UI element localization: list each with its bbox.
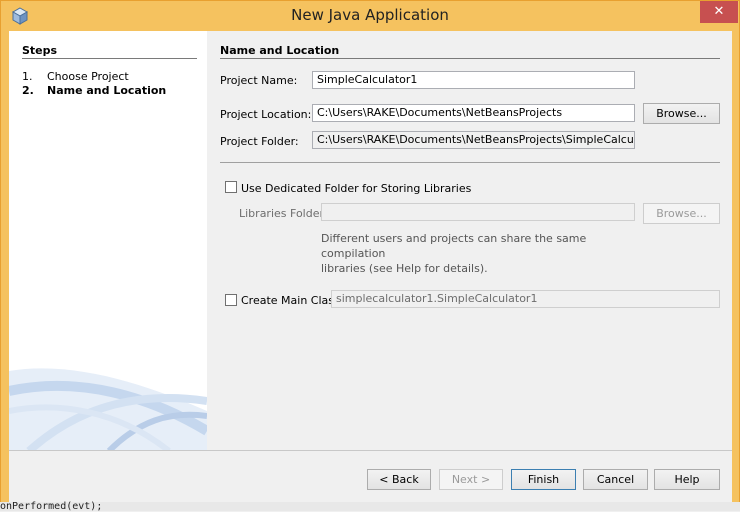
close-button[interactable]: ✕ [700, 1, 738, 23]
project-location-label: Project Location: [220, 108, 312, 121]
hint-line: libraries (see Help for details). [321, 262, 488, 275]
step-number: 2. [22, 84, 34, 97]
separator [220, 162, 720, 163]
step-name-and-location: 2. Name and Location [22, 84, 166, 97]
project-location-input[interactable]: C:\Users\RAKE\Documents\NetBeansProjects [312, 104, 635, 122]
main-class-input[interactable]: simplecalculator1.SimpleCalculator1 [331, 290, 720, 308]
step-choose-project: 1. Choose Project [22, 70, 129, 83]
close-icon: ✕ [713, 4, 725, 19]
background-code-text: onPerformed(evt); [0, 501, 103, 512]
section-divider [220, 58, 720, 59]
hint-line: Different users and projects can share t… [321, 232, 587, 260]
section-heading: Name and Location [220, 44, 340, 57]
dedicated-folder-label[interactable]: Use Dedicated Folder for Storing Librari… [241, 182, 471, 195]
steps-heading: Steps [22, 44, 58, 57]
libraries-folder-input[interactable] [321, 203, 635, 221]
project-folder-field[interactable]: C:\Users\RAKE\Documents\NetBeansProjects… [312, 131, 635, 149]
window-title: New Java Application [291, 6, 449, 24]
background-editor-strip [0, 502, 740, 511]
libraries-hint-text: Different users and projects can share t… [321, 231, 641, 276]
project-folder-label: Project Folder: [220, 135, 299, 148]
back-button[interactable]: < Back [367, 469, 431, 490]
create-main-class-label[interactable]: Create Main Class [241, 294, 340, 307]
step-label: Choose Project [47, 70, 129, 83]
name-location-panel: Name and Location Project Name: SimpleCa… [207, 31, 732, 450]
dedicated-folder-checkbox[interactable] [225, 181, 237, 193]
next-button[interactable]: Next > [439, 469, 503, 490]
step-label: Name and Location [47, 84, 167, 97]
project-name-input[interactable]: SimpleCalculator1 [312, 71, 635, 89]
help-button[interactable]: Help [654, 469, 720, 490]
finish-button[interactable]: Finish [511, 469, 576, 490]
create-main-class-checkbox[interactable] [225, 294, 237, 306]
project-name-label: Project Name: [220, 74, 298, 87]
step-number: 1. [22, 70, 33, 83]
dialog-client-area: Steps 1. Choose Project 2. Name and Locati… [9, 31, 732, 502]
title-bar[interactable]: New Java Application ✕ [1, 1, 739, 31]
steps-divider [22, 58, 197, 59]
browse-libraries-button[interactable]: Browse... [643, 203, 720, 224]
button-bar-divider [9, 450, 732, 451]
cancel-button[interactable]: Cancel [583, 469, 648, 490]
decorative-swoosh-graphic [9, 368, 207, 450]
libraries-folder-label: Libraries Folder: [239, 207, 328, 220]
steps-panel: Steps 1. Choose Project 2. Name and Locati… [9, 31, 207, 450]
browse-location-button[interactable]: Browse... [643, 103, 720, 124]
dialog-window: New Java Application ✕ Steps 1. Choose Pr… [0, 0, 740, 511]
